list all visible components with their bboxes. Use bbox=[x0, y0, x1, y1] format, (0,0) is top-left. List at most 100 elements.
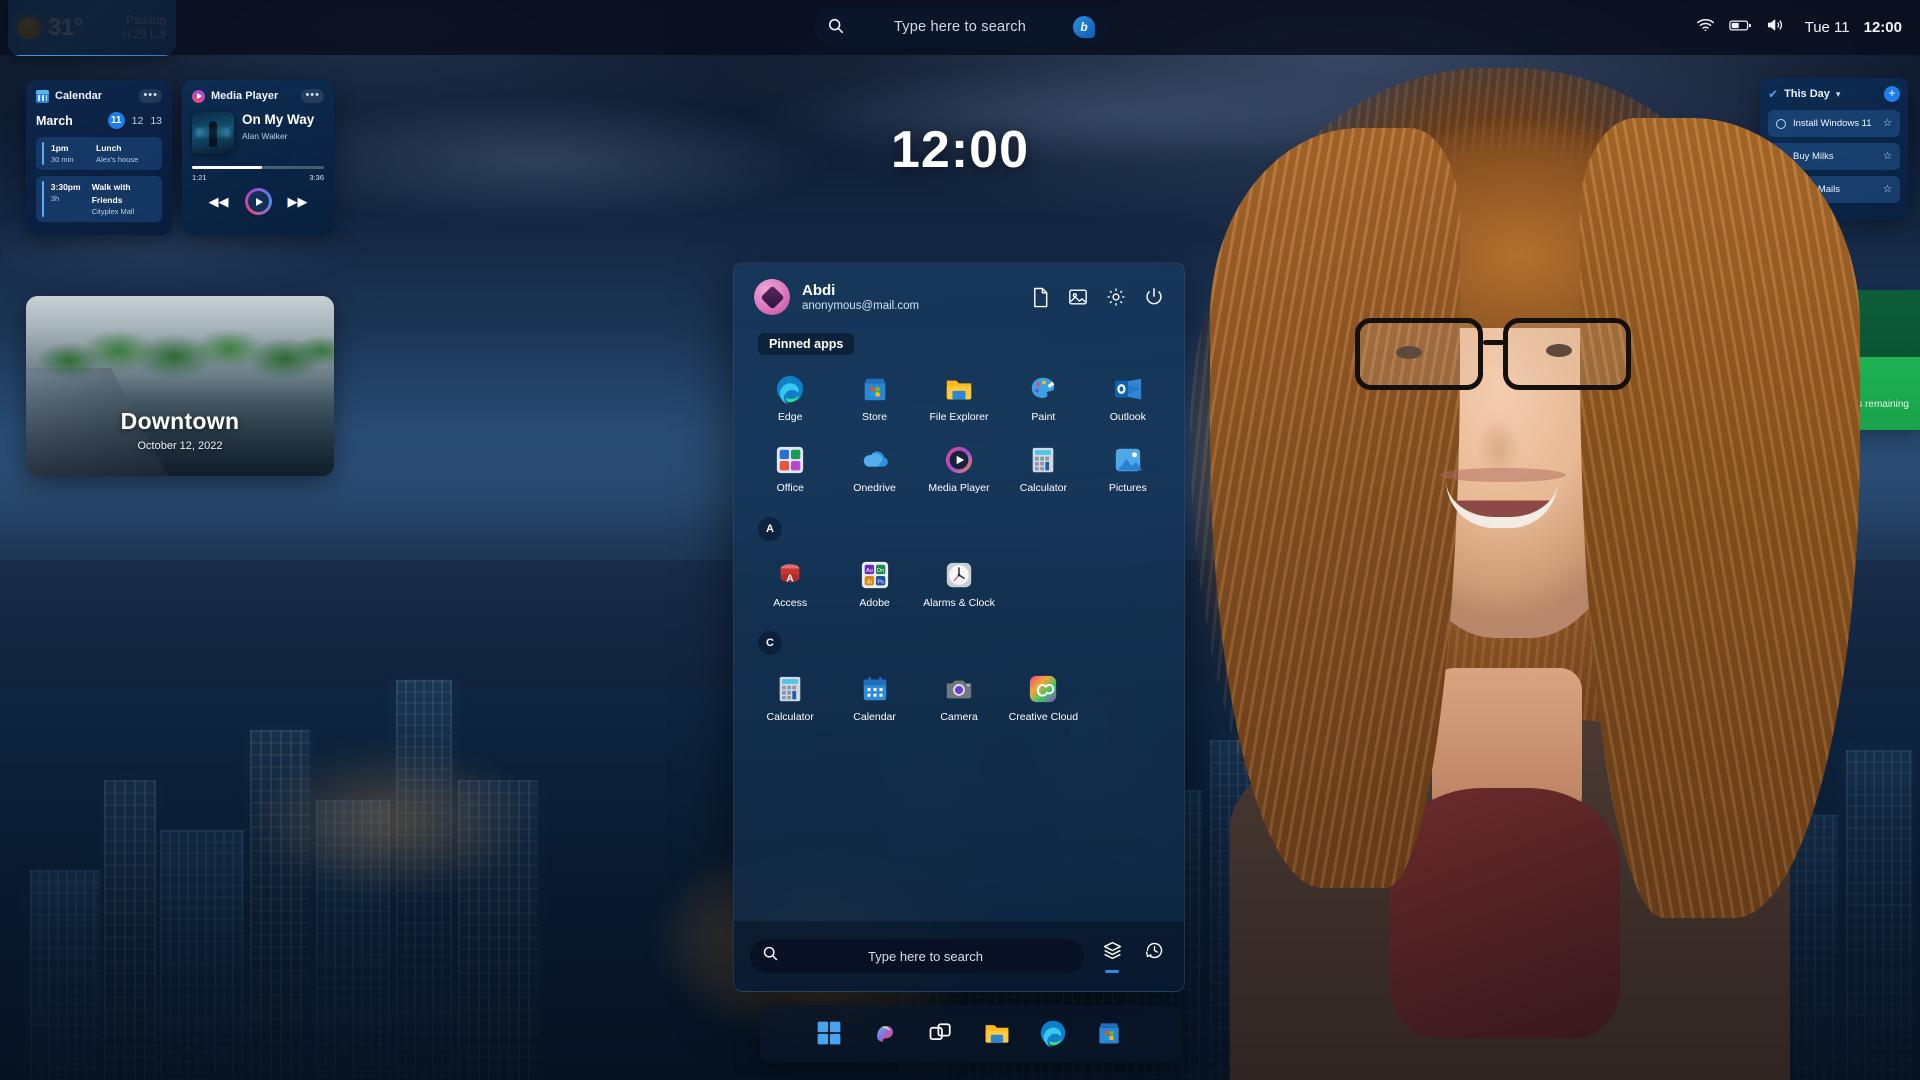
copilot-button[interactable] bbox=[871, 1019, 901, 1049]
app-file-explorer[interactable]: File Explorer bbox=[917, 367, 1001, 432]
all-apps-button[interactable] bbox=[1098, 940, 1126, 973]
documents-icon[interactable] bbox=[1031, 287, 1050, 308]
bing-copilot-glyph: b bbox=[1080, 20, 1088, 34]
app-camera[interactable]: Camera bbox=[917, 667, 1001, 732]
app-calendar[interactable]: Calendar bbox=[832, 667, 916, 732]
start-menu-search-placeholder: Type here to search bbox=[868, 948, 983, 964]
app-store[interactable]: Store bbox=[832, 367, 916, 432]
calendar-widget-title: Calendar bbox=[55, 90, 103, 102]
calendar-widget-header: Calendar ••• bbox=[36, 89, 162, 103]
svg-text:Ps: Ps bbox=[877, 579, 884, 585]
app-creative-cloud[interactable]: Creative Cloud bbox=[1001, 667, 1085, 732]
person-hair-right bbox=[1580, 118, 1860, 918]
calendar-day[interactable]: 13 bbox=[150, 115, 162, 127]
photo-widget[interactable]: Downtown October 12, 2022 bbox=[26, 296, 334, 476]
settings-gear-icon[interactable] bbox=[1106, 287, 1126, 307]
svg-text:A: A bbox=[786, 573, 794, 584]
person-scarf bbox=[1390, 788, 1620, 1038]
person-hair-left bbox=[1210, 128, 1460, 888]
app-label: Creative Cloud bbox=[1008, 711, 1079, 724]
app-section-a-grid: A Access Au Dn Ai Ps Adobe Alarms & Cloc… bbox=[734, 541, 1184, 620]
svg-text:Au: Au bbox=[866, 568, 873, 574]
person-overlay-image bbox=[1150, 28, 1920, 1080]
event-location: Alex's house bbox=[96, 154, 139, 164]
app-section-letter-c: C bbox=[758, 631, 782, 656]
calendar-month-row: March 11 12 13 bbox=[36, 112, 162, 129]
calendar-event[interactable]: 3:30pm 3h Walk with Friends Cityplex Mal… bbox=[36, 176, 162, 223]
app-paint[interactable]: Paint bbox=[1001, 367, 1085, 432]
media-controls: ◀◀ ▶▶ bbox=[192, 188, 324, 215]
glasses-lens-left bbox=[1355, 318, 1483, 390]
user-email: anonymous@mail.com bbox=[802, 300, 920, 313]
app-label: Adobe bbox=[859, 596, 890, 609]
next-icon[interactable]: ▶▶ bbox=[288, 195, 308, 208]
onedrive-icon bbox=[860, 445, 890, 475]
app-label: Store bbox=[862, 411, 888, 423]
event-time-block: 3:30pm 3h bbox=[51, 181, 85, 217]
app-calculator[interactable]: Calculator bbox=[1001, 438, 1085, 503]
event-time-block: 1pm 30 min bbox=[51, 142, 89, 165]
user-info: Abdi anonymous@mail.com bbox=[802, 282, 919, 313]
app-onedrive[interactable]: Onedrive bbox=[832, 438, 916, 503]
svg-text:Dn: Dn bbox=[877, 568, 884, 574]
event-location: Cityplex Mall bbox=[91, 206, 135, 216]
svg-text:Ai: Ai bbox=[866, 579, 871, 585]
calendar-day[interactable]: 12 bbox=[132, 115, 144, 127]
previous-icon[interactable]: ◀◀ bbox=[209, 195, 229, 208]
pictures-icon bbox=[1113, 445, 1143, 475]
calculator-icon bbox=[775, 674, 805, 704]
media-player-widget[interactable]: Media Player ••• On My Way Alan Walker 1… bbox=[182, 80, 334, 235]
playback-progress-bar[interactable] bbox=[192, 166, 324, 169]
user-avatar[interactable] bbox=[754, 279, 790, 315]
app-label: Outlook bbox=[1109, 411, 1146, 423]
file-explorer-button[interactable] bbox=[983, 1019, 1013, 1049]
app-alarms-clock[interactable]: Alarms & Clock bbox=[917, 553, 1001, 618]
start-button[interactable] bbox=[815, 1019, 845, 1049]
app-calculator-c[interactable]: Calculator bbox=[748, 667, 832, 732]
more-dots-icon[interactable]: ••• bbox=[301, 89, 324, 103]
play-icon[interactable] bbox=[244, 188, 272, 215]
calendar-icon bbox=[860, 674, 890, 704]
creative-cloud-icon bbox=[1028, 674, 1058, 704]
task-view-button[interactable] bbox=[927, 1019, 957, 1049]
taskbar-search-placeholder: Type here to search bbox=[894, 19, 1026, 35]
app-label: Access bbox=[773, 596, 808, 609]
taskbar-search-box[interactable]: Type here to search b bbox=[815, 8, 1107, 46]
bing-copilot-icon[interactable]: b bbox=[1073, 16, 1095, 38]
calendar-day-selected[interactable]: 11 bbox=[107, 112, 125, 129]
more-dots-icon[interactable]: ••• bbox=[139, 89, 162, 103]
app-media-player[interactable]: Media Player bbox=[917, 438, 1001, 503]
app-section-letter-a: A bbox=[758, 516, 782, 541]
calendar-event[interactable]: 1pm 30 min Lunch Alex's house bbox=[36, 137, 162, 171]
playback-progress-fill bbox=[192, 166, 262, 169]
calendar-icon bbox=[36, 89, 49, 103]
app-label: Calculator bbox=[766, 711, 814, 724]
calendar-widget[interactable]: Calendar ••• March 11 12 13 1pm 30 min L… bbox=[26, 80, 172, 235]
search-icon bbox=[827, 17, 847, 37]
app-section-c-grid: Calculator Calendar Camera Creative Clou… bbox=[734, 655, 1184, 734]
user-name: Abdi bbox=[802, 281, 836, 299]
app-adobe[interactable]: Au Dn Ai Ps Adobe bbox=[832, 553, 916, 618]
outlook-icon bbox=[1113, 374, 1143, 404]
event-duration: 3h bbox=[50, 194, 60, 203]
edge-button[interactable] bbox=[1039, 1019, 1069, 1049]
start-menu[interactable]: Abdi anonymous@mail.com Pinned apps Edge… bbox=[733, 262, 1185, 992]
pictures-icon[interactable] bbox=[1068, 287, 1088, 307]
event-title: Lunch bbox=[96, 143, 122, 153]
playback-time-row: 1:21 3:36 bbox=[192, 173, 324, 182]
event-detail-block: Lunch Alex's house bbox=[96, 142, 138, 165]
app-office[interactable]: Office bbox=[748, 438, 832, 503]
event-time: 3:30pm bbox=[50, 182, 81, 193]
camera-icon bbox=[944, 674, 974, 704]
file-explorer-icon bbox=[944, 374, 974, 404]
app-label: Calendar bbox=[853, 711, 896, 724]
elapsed-time: 1:21 bbox=[192, 173, 207, 182]
start-menu-search-box[interactable]: Type here to search bbox=[750, 939, 1084, 973]
app-label: Media Player bbox=[928, 481, 990, 494]
store-button[interactable] bbox=[1095, 1019, 1125, 1049]
event-duration: 30 min bbox=[51, 154, 74, 164]
app-edge[interactable]: Edge bbox=[748, 367, 832, 432]
track-title: On My Way bbox=[242, 112, 315, 127]
app-access[interactable]: A Access bbox=[748, 553, 832, 618]
alarms-clock-icon bbox=[944, 560, 974, 590]
